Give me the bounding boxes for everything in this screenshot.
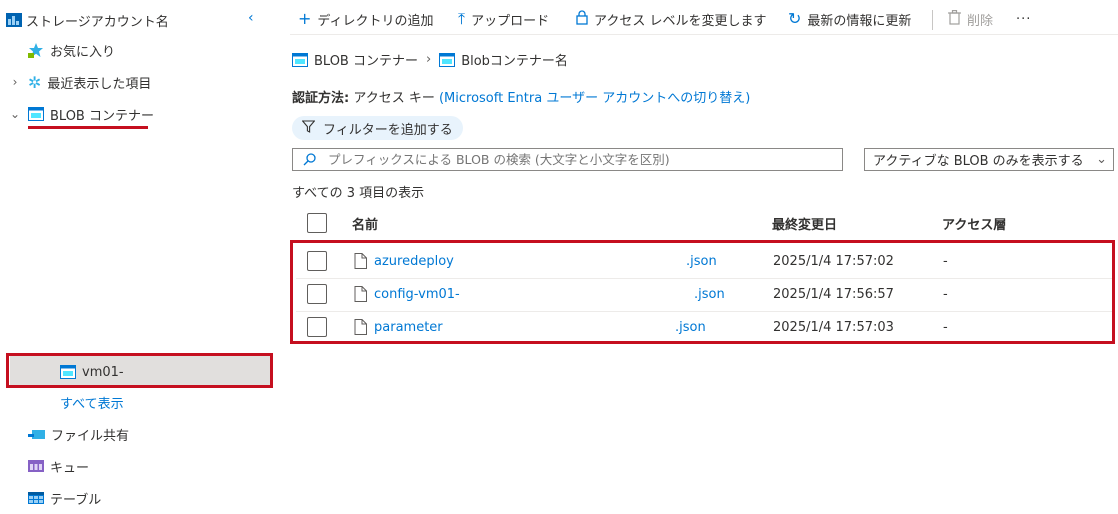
container-icon (292, 52, 308, 67)
refresh-label: 最新の情報に更新 (807, 13, 912, 29)
sidebar-item-tables[interactable]: テーブル (28, 484, 101, 512)
add-filter-label: フィルターを追加する (323, 122, 453, 138)
sidebar-item-blob-containers[interactable]: ⌄ BLOB コンテナー (6, 100, 154, 128)
breadcrumb-root[interactable]: BLOB コンテナー (314, 50, 418, 69)
collapse-sidebar-icon[interactable]: ‹ (248, 10, 254, 26)
add-filter-button[interactable]: フィルターを追加する (292, 116, 463, 140)
upload-icon: ⤒ (458, 9, 466, 28)
breadcrumb-separator-icon: › (425, 52, 432, 67)
auth-value: アクセス キー (353, 91, 435, 106)
trash-icon (948, 9, 961, 29)
refresh-icon: ↻ (788, 9, 802, 28)
red-highlight-box (290, 240, 1115, 344)
auth-label: 認証方法: (292, 91, 350, 106)
breadcrumb-current: Blobコンテナー名 (461, 54, 568, 69)
delete-label: 削除 (967, 13, 994, 29)
sidebar-item-favorites[interactable]: お気に入り (28, 36, 115, 64)
sidebar-item-label: BLOB コンテナー (50, 108, 154, 124)
blob-status-dropdown[interactable]: アクティブな BLOB のみを表示する ⌄ (864, 148, 1114, 171)
change-access-level-button[interactable]: アクセス レベルを変更します (576, 8, 766, 30)
more-options-button[interactable]: ··· (1016, 8, 1031, 30)
star-icon (28, 42, 44, 58)
show-all-link[interactable]: すべて表示 (60, 388, 124, 416)
dropdown-value: アクティブな BLOB のみを表示する (873, 154, 1084, 169)
red-highlight-box (6, 353, 273, 388)
storage-account-icon (6, 13, 22, 27)
sidebar-item-label: キュー (50, 460, 90, 476)
lock-icon (576, 10, 588, 28)
sidebar-item-queues[interactable]: キュー (28, 452, 89, 480)
toolbar-separator (290, 34, 1118, 35)
chevron-down-icon: ⌄ (1096, 152, 1107, 167)
sidebar-item-recent[interactable]: › ✲ 最近表示した項目 (6, 68, 152, 96)
sidebar-item-label: ファイル共有 (51, 428, 130, 444)
file-share-icon (28, 427, 45, 441)
sidebar-item-label: お気に入り (50, 44, 116, 60)
table-header: 名前 最終変更日 アクセス層 (296, 208, 1112, 238)
add-directory-button[interactable]: + ディレクトリの追加 (298, 8, 434, 30)
gear-icon: ✲ (28, 72, 42, 92)
sidebar-item-file-shares[interactable]: ファイル共有 (28, 420, 129, 448)
breadcrumb: BLOB コンテナー › Blobコンテナー名 (292, 50, 568, 69)
column-header-modified[interactable]: 最終変更日 (772, 214, 837, 233)
add-directory-label: ディレクトリの追加 (317, 13, 434, 29)
red-underline-annotation (28, 126, 148, 129)
container-icon (439, 52, 456, 67)
queue-icon (28, 460, 44, 472)
sidebar-item-label: 最近表示した項目 (47, 76, 152, 92)
chevron-right-icon[interactable]: › (6, 75, 24, 89)
sidebar-item-label: テーブル (50, 492, 102, 508)
search-input[interactable] (326, 151, 842, 168)
container-icon (60, 365, 76, 379)
chevron-down-icon[interactable]: ⌄ (6, 107, 24, 121)
sidebar-item-label: vm01- (82, 364, 124, 380)
upload-button[interactable]: ⤒ アップロード (458, 8, 549, 30)
toolbar-divider (932, 10, 933, 30)
sidebar-item-container[interactable]: vm01- (60, 358, 124, 386)
plus-icon: + (298, 9, 312, 28)
container-icon (28, 107, 44, 121)
search-icon (303, 153, 316, 166)
select-all-checkbox[interactable] (307, 213, 327, 233)
filter-icon (301, 119, 316, 137)
switch-auth-link[interactable]: (Microsoft Entra ユーザー アカウントへの切り替え) (439, 91, 750, 106)
item-count: すべての 3 項目の表示 (292, 186, 425, 201)
table-icon (28, 492, 44, 504)
change-access-label: アクセス レベルを変更します (594, 13, 767, 29)
upload-label: アップロード (471, 13, 550, 29)
delete-button[interactable]: 削除 (948, 8, 993, 30)
storage-account-name: ストレージアカウント名 (26, 14, 169, 30)
search-box[interactable] (292, 148, 843, 171)
column-header-name[interactable]: 名前 (352, 214, 378, 233)
storage-account-header: ストレージアカウント名 (6, 6, 169, 34)
auth-method: 認証方法: アクセス キー (Microsoft Entra ユーザー アカウン… (292, 87, 750, 106)
column-header-tier[interactable]: アクセス層 (942, 214, 1006, 233)
refresh-button[interactable]: ↻ 最新の情報に更新 (788, 8, 911, 30)
